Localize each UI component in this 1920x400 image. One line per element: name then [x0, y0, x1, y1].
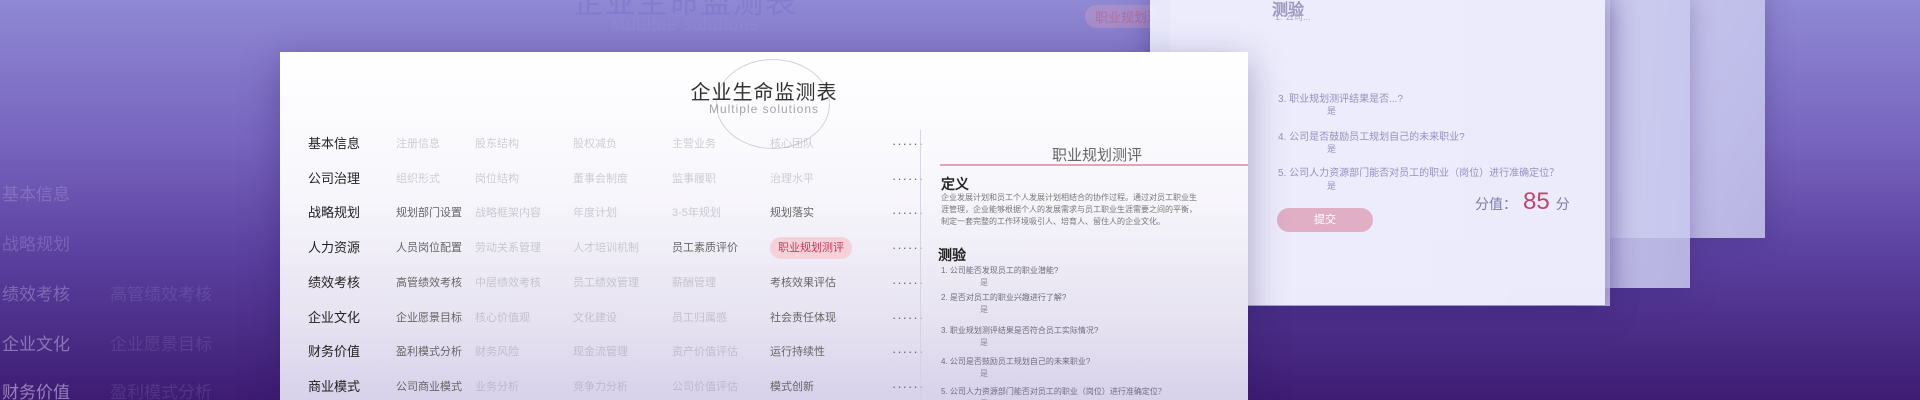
ghost-label: 战略规划 — [2, 235, 70, 254]
category-row: 商业模式 公司商业模式 业务分析 竞争力分析 公司价值评估 模式创新 ······ — [300, 375, 923, 399]
category-label[interactable]: 公司治理 — [308, 167, 360, 191]
category-item[interactable]: 人员岗位配置 — [396, 236, 462, 260]
category-item[interactable]: 中层绩效考核 — [475, 271, 541, 295]
right-panel-title: 职业规划测评 — [1051, 147, 1142, 164]
quiz-panel-question: 4. 公司是否鼓励员工规划自己的未来职业? — [1278, 132, 1465, 143]
divider — [920, 130, 921, 400]
category-item[interactable]: 年度计划 — [573, 201, 617, 225]
life-monitor-card: 企业生命监测表 Multiple solutions 基本信息 注册信息 股东结构 股… — [280, 52, 1248, 400]
category-item[interactable]: 战略框架内容 — [475, 201, 541, 225]
category-item[interactable]: 岗位结构 — [475, 167, 519, 191]
category-item[interactable]: 核心价值观 — [475, 306, 530, 330]
category-item[interactable]: 高管绩效考核 — [396, 271, 462, 295]
ghost-text: 企业愿景目标 — [110, 335, 212, 354]
category-item[interactable]: 劳动关系管理 — [475, 236, 541, 260]
card-subtitle: Multiple solutions — [708, 102, 820, 116]
ghost-label: 绩效考核 — [2, 285, 70, 304]
quiz-panel-question: 5. 公司人力资源部门能否对员工的职业（岗位）进行准确定位？ — [1278, 168, 1560, 179]
quiz-answer[interactable]: 是 — [980, 304, 988, 315]
category-item[interactable]: 现金流管理 — [573, 340, 628, 364]
category-item[interactable]: 规划落实 — [770, 201, 814, 225]
category-row: 基本信息 注册信息 股东结构 股权减负 主营业务 核心团队 ······ — [300, 132, 923, 156]
category-item[interactable]: 员工绩效管理 — [573, 271, 639, 295]
definition-text: 企业发展计划和员工个人发展计划相结合的协作过程。通过对员工职业生涯管理，企业能够… — [941, 193, 1197, 226]
category-item[interactable]: 股东结构 — [475, 132, 519, 156]
category-item[interactable]: 职业规划测评 — [770, 237, 852, 259]
category-row: 人力资源 人员岗位配置 劳动关系管理 人才培训机制 员工素质评价 职业规划测评 ······ — [300, 236, 923, 260]
ghost-label: 企业文化 — [2, 335, 70, 354]
ghost-text: 高管绩效考核 — [110, 285, 212, 304]
category-item[interactable]: 社会责任体现 — [770, 306, 836, 330]
score-display: 分值： 85 分 — [1475, 188, 1615, 216]
category-row: 公司治理 组织形式 岗位结构 董事会制度 监事履职 治理水平 ······ — [300, 167, 923, 191]
category-label[interactable]: 商业模式 — [308, 375, 360, 399]
category-item[interactable]: 组织形式 — [396, 167, 440, 191]
quiz-question[interactable]: 3. 职业规划测评结果是否符合员工实际情况? — [941, 325, 1098, 336]
category-item[interactable]: 薪酬管理 — [672, 271, 716, 295]
quiz-heading: 测验 — [938, 247, 966, 263]
quiz-question[interactable]: 5. 公司人力资源部门能否对员工的职业（岗位）进行准确定位？ — [941, 386, 1166, 397]
category-label[interactable]: 人力资源 — [308, 236, 360, 260]
category-item[interactable]: 股权减负 — [573, 132, 617, 156]
quiz-answer[interactable]: 是 — [980, 277, 988, 288]
ghost-label: 财务价值 — [2, 383, 70, 400]
category-item[interactable]: 考核效果评估 — [770, 271, 836, 295]
category-item[interactable]: 企业愿景目标 — [396, 306, 462, 330]
category-item[interactable]: 业务分析 — [475, 375, 519, 399]
category-row: 绩效考核 高管绩效考核 中层绩效考核 员工绩效管理 薪酬管理 考核效果评估 ······ — [300, 271, 923, 295]
quiz-answer[interactable]: 是 — [980, 368, 988, 379]
quiz-panel-answer: 是 — [1327, 144, 1337, 154]
category-item[interactable]: 公司价值评估 — [672, 375, 738, 399]
category-item[interactable]: 资产价值评估 — [672, 340, 738, 364]
category-row: 企业文化 企业愿景目标 核心价值观 文化建设 员工归属感 社会责任体现 ······ — [300, 306, 923, 330]
score-unit: 分 — [1555, 196, 1570, 212]
quiz-question[interactable]: 1. 公司能否发现员工的职业潜能? — [941, 265, 1058, 276]
category-item[interactable]: 注册信息 — [396, 132, 440, 156]
category-item[interactable]: 公司商业模式 — [396, 375, 462, 399]
category-label[interactable]: 企业文化 — [308, 306, 360, 330]
category-label[interactable]: 基本信息 — [308, 132, 360, 156]
category-item[interactable]: 人才培训机制 — [573, 236, 639, 260]
ghost-text: 盈利模式分析 — [110, 383, 212, 400]
ghost-label: 基本信息 — [2, 185, 70, 204]
score-label: 分值： — [1475, 196, 1517, 212]
quiz-panel-answer: 是 — [1327, 181, 1337, 191]
category-label[interactable]: 财务价值 — [308, 340, 360, 364]
category-item[interactable]: 盈利模式分析 — [396, 340, 462, 364]
category-row: 财务价值 盈利模式分析 财务风险 现金流管理 资产价值评估 运行持续性 ······ — [300, 340, 923, 364]
quiz-panel-q1: 1. 公司... — [1275, 12, 1311, 22]
category-label[interactable]: 战略规划 — [308, 201, 360, 225]
category-label[interactable]: 绩效考核 — [308, 271, 360, 295]
quiz-answer[interactable]: 是 — [980, 337, 988, 348]
category-item[interactable]: 运行持续性 — [770, 340, 825, 364]
category-item[interactable]: 员工归属感 — [672, 306, 727, 330]
submit-button[interactable]: 提交 — [1277, 208, 1373, 232]
category-item[interactable]: 竞争力分析 — [573, 375, 628, 399]
category-item[interactable]: 主营业务 — [672, 132, 716, 156]
category-item[interactable]: 规划部门设置 — [396, 201, 462, 225]
category-item[interactable]: 董事会制度 — [573, 167, 628, 191]
category-item[interactable]: 治理水平 — [770, 167, 814, 191]
background-subtitle: Multiple solutions — [610, 15, 760, 34]
right-panel-underline — [940, 164, 1248, 166]
score-value: 85 — [1523, 188, 1550, 215]
quiz-question[interactable]: 4. 公司是否鼓励员工规划自己的未来职业? — [941, 356, 1090, 367]
category-item[interactable]: 员工素质评价 — [672, 236, 738, 260]
quiz-question[interactable]: 2. 是否对员工的职业兴趣进行了解? — [941, 292, 1066, 303]
quiz-panel-question: 3. 职业规划测评结果是否...? — [1278, 94, 1404, 105]
category-item[interactable]: 核心团队 — [770, 132, 814, 156]
category-item[interactable]: 3-5年规划 — [672, 201, 721, 225]
category-item[interactable]: 监事履职 — [672, 167, 716, 191]
category-row: 战略规划 规划部门设置 战略框架内容 年度计划 3-5年规划 规划落实 ······ — [300, 201, 923, 225]
category-item[interactable]: 文化建设 — [573, 306, 617, 330]
category-item[interactable]: 模式创新 — [770, 375, 814, 399]
definition-heading: 定义 — [941, 176, 969, 192]
category-item[interactable]: 财务风险 — [475, 340, 519, 364]
card-title: 企业生命监测表 — [690, 82, 838, 104]
quiz-panel-answer: 是 — [1327, 106, 1337, 116]
